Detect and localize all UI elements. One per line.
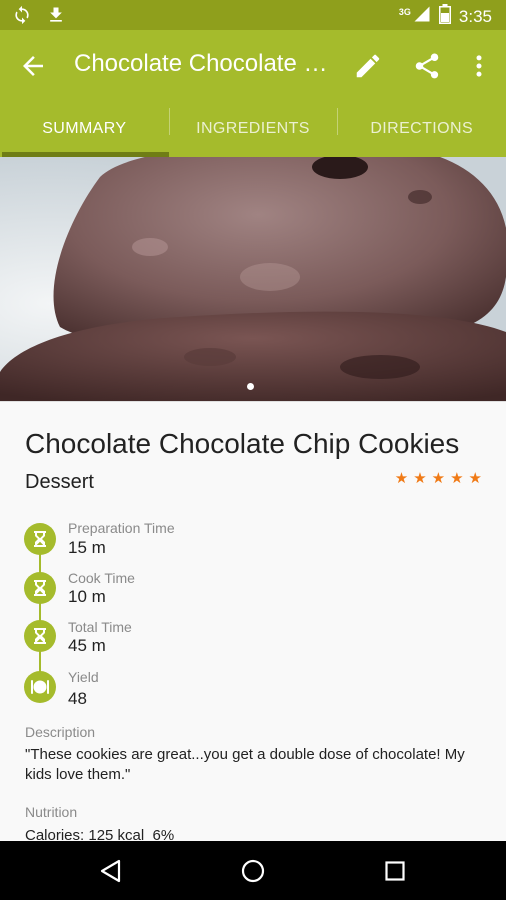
- plate-icon: [24, 671, 56, 703]
- sync-icon: [12, 5, 32, 30]
- star-icon: ★: [413, 470, 427, 487]
- nutrition-label: Nutrition: [25, 804, 78, 820]
- recents-square-icon[interactable]: [380, 856, 410, 886]
- clock: 3:35: [458, 6, 492, 26]
- yield-label: Yield: [68, 669, 99, 685]
- back-arrow-icon[interactable]: [18, 51, 48, 81]
- description-label: Description: [25, 724, 96, 740]
- system-nav-bar: [0, 841, 506, 900]
- tab-bar: SUMMARY INGREDIENTS DIRECTIONS: [0, 100, 506, 157]
- total-time-value: 45 m: [68, 636, 106, 655]
- hourglass-icon: [24, 523, 56, 555]
- prep-time-value: 15 m: [68, 538, 106, 557]
- description-text: "These cookies are great...you get a dou…: [25, 746, 465, 783]
- hourglass-icon: [24, 620, 56, 652]
- rating-stars[interactable]: ★ ★ ★ ★ ★: [395, 469, 482, 489]
- star-icon: ★: [394, 470, 409, 487]
- share-icon[interactable]: [412, 51, 442, 81]
- total-time-label: Total Time: [68, 619, 132, 635]
- nutrition-text: Calories: 125 kcal 6%: [25, 827, 175, 841]
- star-icon: ★: [468, 470, 482, 487]
- signal-icon: [413, 5, 431, 28]
- download-icon: [46, 5, 66, 30]
- yield-value: 48: [68, 689, 87, 708]
- timeline-line: [39, 542, 41, 688]
- battery-icon: [438, 4, 451, 29]
- summary-card: Chocolate Chocolate Chip Cookies Dessert…: [0, 401, 506, 841]
- cook-time-value: 10 m: [68, 587, 106, 606]
- home-circle-icon[interactable]: [238, 856, 268, 886]
- star-icon: ★: [431, 470, 446, 487]
- edit-pencil-icon[interactable]: [353, 51, 383, 81]
- prep-time-label: Preparation Time: [68, 520, 175, 536]
- recipe-title: Chocolate Chocolate Chip Cookies: [25, 428, 460, 459]
- gallery-page-indicator: [247, 383, 254, 390]
- tab-directions[interactable]: DIRECTIONS: [337, 100, 506, 157]
- star-icon: ★: [450, 470, 464, 487]
- status-bar: 3G 3:35: [0, 0, 506, 30]
- recipe-category: Dessert: [25, 471, 94, 493]
- recipe-photo[interactable]: [0, 157, 506, 401]
- hourglass-icon: [24, 572, 56, 604]
- back-triangle-icon[interactable]: [96, 856, 126, 886]
- tab-summary[interactable]: SUMMARY: [0, 100, 169, 157]
- more-vert-icon[interactable]: [464, 51, 494, 81]
- tab-ingredients[interactable]: INGREDIENTS: [168, 100, 338, 157]
- app-bar: Chocolate Chocolate Chip Cookies: [0, 30, 506, 100]
- cook-time-label: Cook Time: [68, 570, 135, 586]
- network-type: 3G: [398, 6, 411, 17]
- app-bar-title: Chocolate Chocolate Chip Cookies: [74, 50, 328, 77]
